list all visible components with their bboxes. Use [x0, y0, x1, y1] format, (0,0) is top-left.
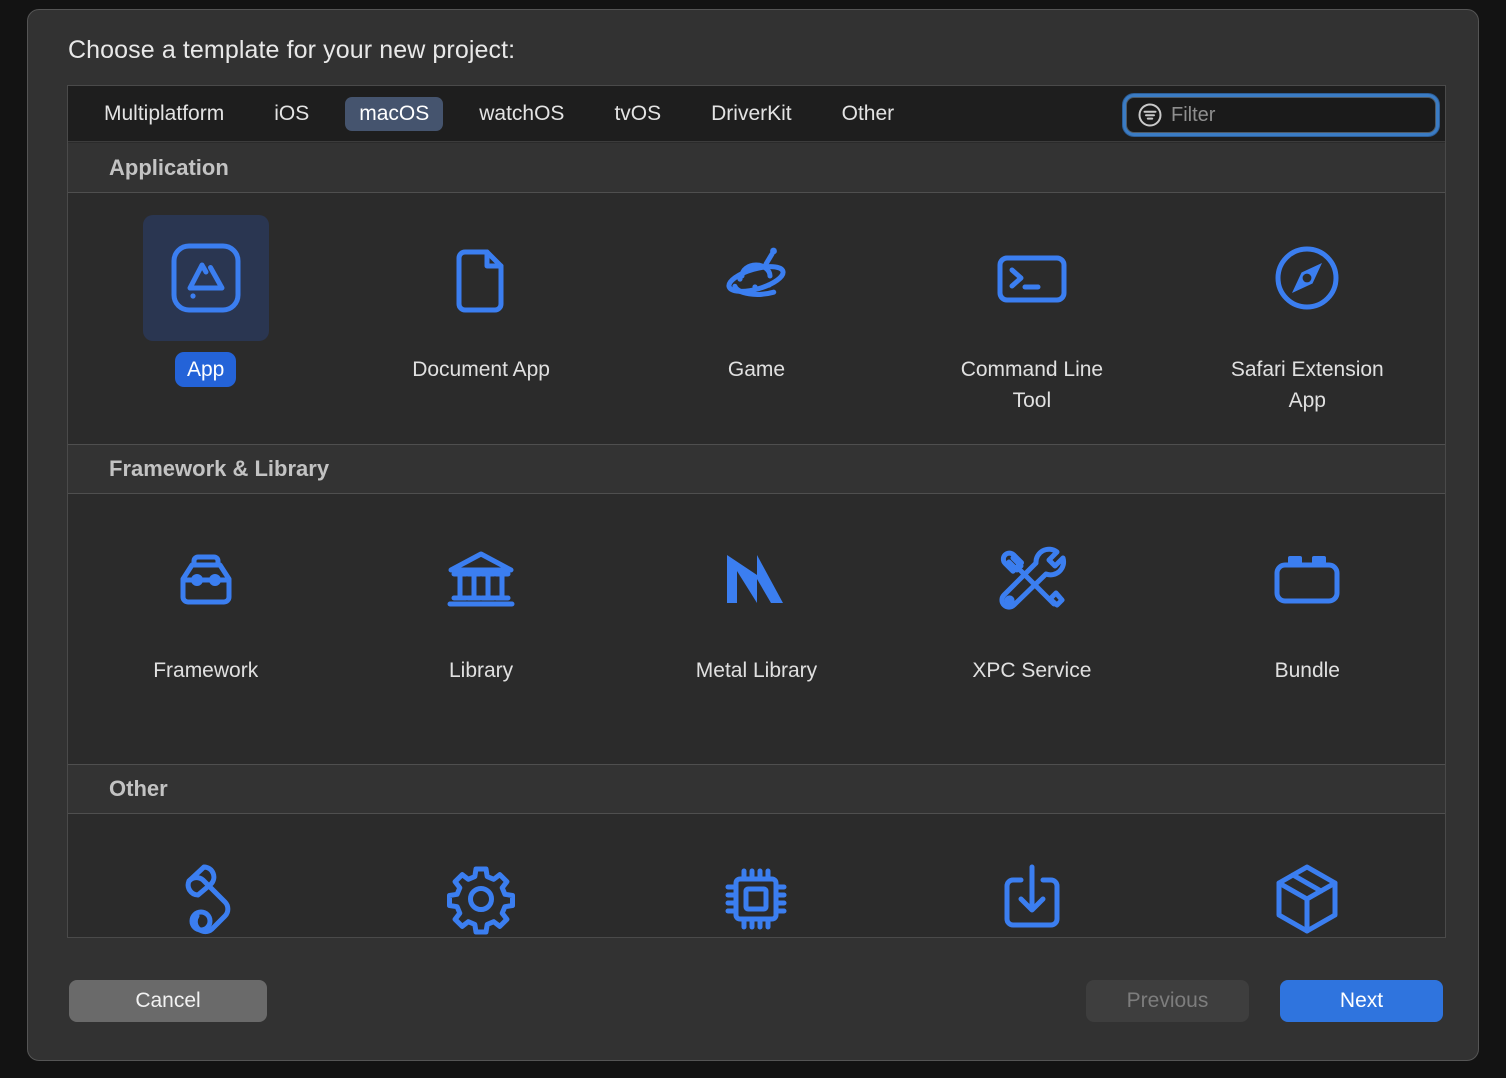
template-label: App: [175, 352, 237, 387]
template-thumbnail: [693, 516, 819, 642]
template-label: Command Line Tool: [960, 358, 1104, 412]
template-label: Metal Library: [695, 659, 818, 682]
next-button[interactable]: Next: [1280, 980, 1443, 1022]
template-kernel-extension[interactable]: [619, 836, 894, 937]
template-applescript[interactable]: [68, 836, 343, 937]
tab-ios[interactable]: iOS: [260, 97, 323, 131]
tab-macos[interactable]: macOS: [345, 96, 444, 131]
filter-field[interactable]: [1126, 97, 1436, 133]
ufo-icon: [715, 240, 797, 316]
template-thumbnail: [1244, 516, 1370, 642]
chip-icon: [718, 861, 794, 937]
template-thumbnail: [143, 516, 269, 642]
tab-multiplatform[interactable]: Multiplatform: [90, 97, 238, 131]
scroll-icon: [168, 859, 244, 937]
template-label: Document App: [412, 358, 550, 381]
tools-crossed-icon: [992, 539, 1072, 619]
package-cube-icon: [1269, 859, 1345, 937]
section-header-application: Application: [68, 143, 1445, 193]
template-thumbnail: [969, 516, 1095, 642]
template-thumbnail: [969, 836, 1095, 937]
cancel-button[interactable]: Cancel: [69, 980, 267, 1022]
section-grid-framework-library: Framework Library Metal Library XPC Serv…: [68, 494, 1445, 764]
terminal-icon: [992, 240, 1072, 316]
template-label: Bundle: [1274, 659, 1340, 682]
template-swift-package[interactable]: [1170, 836, 1445, 937]
section-header-framework-library: Framework & Library: [68, 444, 1445, 494]
template-thumbnail: [693, 215, 819, 341]
template-thumbnail: [142, 215, 269, 341]
download-tray-icon: [994, 859, 1070, 937]
template-thumbnail: [418, 516, 544, 642]
template-label: Framework: [153, 659, 259, 682]
filter-icon: [1137, 102, 1163, 128]
template-library[interactable]: Library: [343, 516, 618, 688]
template-thumbnail: [693, 836, 819, 937]
template-thumbnail: [143, 836, 269, 937]
section-header-other: Other: [68, 764, 1445, 814]
template-command-line-tool[interactable]: Command Line Tool: [894, 215, 1169, 418]
template-label: Safari Extension App: [1230, 358, 1384, 412]
toolbox-icon: [166, 541, 246, 617]
template-list[interactable]: Application App Document App Game Comman…: [68, 143, 1445, 937]
safari-compass-icon: [1269, 240, 1345, 316]
page-title: Choose a template for your new project:: [68, 36, 516, 64]
document-icon: [443, 240, 519, 316]
template-bundle[interactable]: Bundle: [1170, 516, 1445, 688]
tab-other[interactable]: Other: [828, 97, 909, 131]
template-thumbnail: [1244, 836, 1370, 937]
tab-driverkit[interactable]: DriverKit: [697, 97, 806, 131]
platform-tab-bar: Multiplatform iOS macOS watchOS tvOS Dri…: [68, 86, 1445, 142]
template-metal-library[interactable]: Metal Library: [619, 516, 894, 688]
template-xpc-service[interactable]: XPC Service: [894, 516, 1169, 688]
template-safari-extension-app[interactable]: Safari Extension App: [1170, 215, 1445, 418]
template-settings-bundle[interactable]: [343, 836, 618, 937]
template-thumbnail: [1244, 215, 1370, 341]
new-project-sheet: Choose a template for your new project: …: [27, 9, 1479, 1061]
previous-button[interactable]: Previous: [1086, 980, 1249, 1022]
filter-input[interactable]: [1171, 98, 1436, 132]
template-label: Game: [727, 358, 786, 381]
template-label: XPC Service: [972, 659, 1092, 682]
template-framework[interactable]: Framework: [68, 516, 343, 688]
template-app[interactable]: App: [68, 215, 343, 418]
template-thumbnail: [969, 215, 1095, 341]
tab-watchos[interactable]: watchOS: [465, 97, 578, 131]
template-browser: Multiplatform iOS macOS watchOS tvOS Dri…: [67, 85, 1446, 938]
metal-m-icon: [716, 541, 796, 617]
section-grid-application: App Document App Game Command Line Tool …: [68, 193, 1445, 444]
template-game[interactable]: Game: [619, 215, 894, 418]
tab-tvos[interactable]: tvOS: [600, 97, 675, 131]
template-thumbnail: [418, 836, 544, 937]
app-store-icon: [168, 240, 244, 316]
section-grid-other: [68, 814, 1445, 937]
template-installer-package[interactable]: [894, 836, 1169, 937]
gear-icon: [443, 861, 519, 937]
classical-building-icon: [443, 541, 519, 617]
brick-bundle-icon: [1267, 544, 1347, 614]
sheet-footer: Cancel Previous Next: [28, 948, 1478, 1060]
template-thumbnail: [418, 215, 544, 341]
template-document-app[interactable]: Document App: [343, 215, 618, 418]
template-label: Library: [448, 659, 514, 682]
